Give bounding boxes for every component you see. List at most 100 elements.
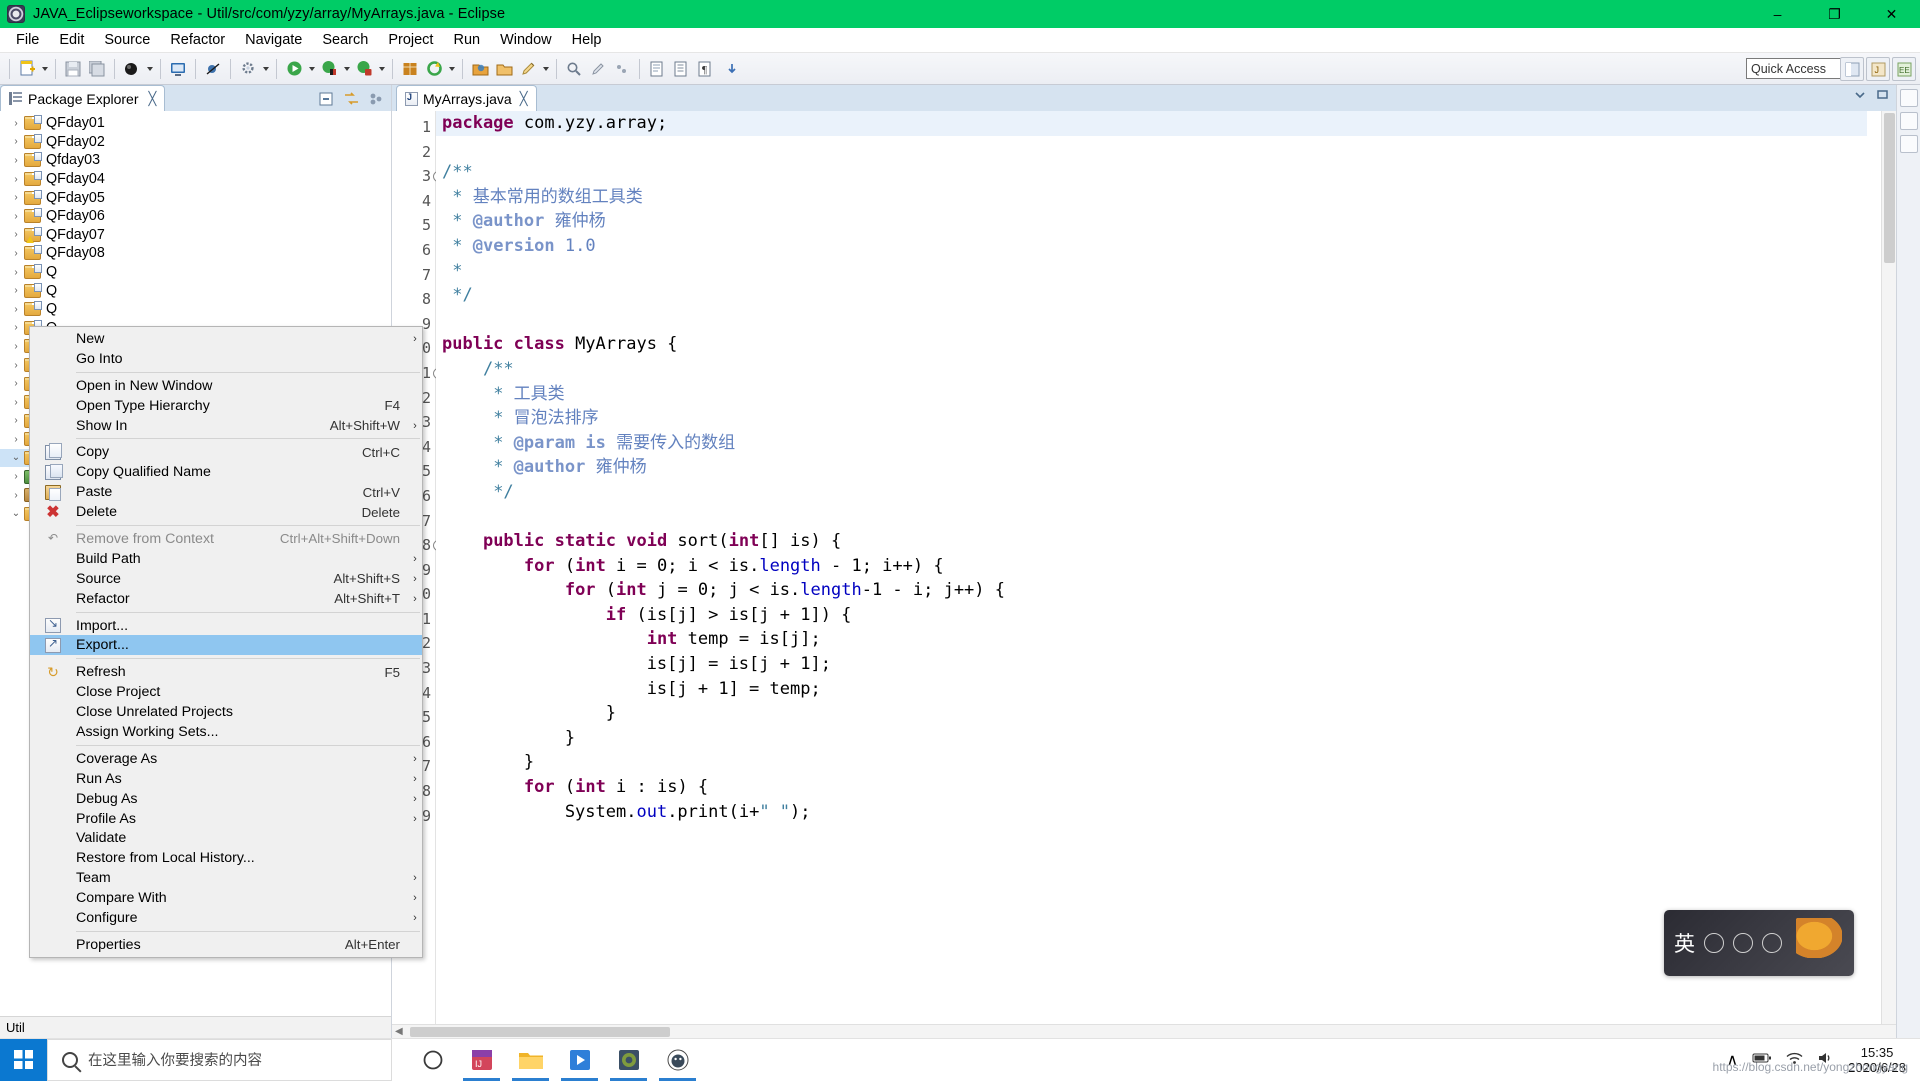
close-icon[interactable]: ╳: [149, 91, 157, 107]
tree-item[interactable]: › QFday01: [0, 114, 391, 133]
chevron-right-icon[interactable]: ›: [8, 415, 24, 426]
save-icon[interactable]: [62, 58, 84, 80]
previous-edit-icon[interactable]: [646, 58, 668, 80]
tree-item[interactable]: › QFday05: [0, 188, 391, 207]
debug-icon[interactable]: [318, 58, 340, 80]
menu-edit[interactable]: Edit: [49, 30, 94, 50]
menu-file[interactable]: File: [6, 30, 49, 50]
code-line[interactable]: System.out.print(i+" ");: [436, 800, 1896, 825]
tree-item[interactable]: › QFday06: [0, 207, 391, 226]
code-line[interactable]: }: [436, 701, 1896, 726]
code-line[interactable]: if (is[j] > is[j + 1]) {: [436, 603, 1896, 628]
context-menu-item-copy[interactable]: Copy Ctrl+C: [30, 442, 422, 462]
tab-myarrays-java[interactable]: MyArrays.java ╳: [396, 85, 537, 111]
skip-breakpoints-icon[interactable]: [202, 58, 224, 80]
context-menu-item-paste[interactable]: Paste Ctrl+V: [30, 482, 422, 502]
save-all-icon[interactable]: [86, 58, 108, 80]
code-line[interactable]: [436, 136, 1896, 161]
link-with-editor-icon[interactable]: [343, 91, 360, 107]
taskbar-file-explorer-icon[interactable]: [508, 1039, 553, 1081]
ime-language-label[interactable]: 英: [1674, 928, 1695, 958]
chevron-right-icon[interactable]: ›: [8, 248, 24, 259]
editor-vertical-scrollbar[interactable]: [1881, 111, 1896, 1024]
coverage-icon[interactable]: [353, 58, 375, 80]
context-menu-item-build-path[interactable]: Build Path ›: [30, 549, 422, 569]
code-line[interactable]: }: [436, 750, 1896, 775]
context-menu-item-delete[interactable]: ✖ Delete Delete: [30, 502, 422, 522]
code-line[interactable]: */: [436, 480, 1896, 505]
chevron-right-icon[interactable]: ›: [8, 360, 24, 371]
menu-help[interactable]: Help: [562, 30, 612, 50]
minimize-view-icon[interactable]: [1853, 87, 1868, 107]
minimize-button[interactable]: –: [1749, 0, 1806, 28]
search-icon[interactable]: [563, 58, 585, 80]
menu-project[interactable]: Project: [378, 30, 443, 50]
code-line[interactable]: * 基本常用的数组工具类: [436, 185, 1896, 210]
code-line[interactable]: * @author 雍仲杨: [436, 455, 1896, 480]
context-menu-item-debug-as[interactable]: Debug As ›: [30, 789, 422, 809]
collapse-all-icon[interactable]: [318, 91, 335, 107]
pilcrow-icon[interactable]: ¶: [694, 58, 716, 80]
maximize-button[interactable]: ❐: [1806, 0, 1863, 28]
code-line[interactable]: [436, 308, 1896, 333]
code-line[interactable]: * 工具类: [436, 382, 1896, 407]
tree-item[interactable]: › QFday04: [0, 170, 391, 189]
menu-run[interactable]: Run: [443, 30, 490, 50]
new-wizard-icon[interactable]: [16, 58, 38, 80]
tree-item[interactable]: ›Q: [0, 281, 391, 300]
task-list-icon[interactable]: [1899, 112, 1918, 130]
maximize-view-icon[interactable]: [1875, 87, 1890, 107]
tab-package-explorer[interactable]: Package Explorer ╳: [0, 85, 166, 111]
menu-window[interactable]: Window: [490, 30, 562, 50]
keyboard-icon[interactable]: [1762, 933, 1782, 953]
chevron-right-icon[interactable]: ›: [8, 136, 24, 147]
show-whitespace-icon[interactable]: [670, 58, 692, 80]
chevron-right-icon[interactable]: ›: [8, 174, 24, 185]
code-line[interactable]: * 冒泡法排序: [436, 406, 1896, 431]
open-perspective-icon[interactable]: [1840, 57, 1864, 81]
chevron-right-icon[interactable]: ›: [8, 378, 24, 389]
pencil-icon[interactable]: [517, 58, 539, 80]
refresh-icon[interactable]: [423, 58, 445, 80]
code-line[interactable]: * @author 雍仲杨: [436, 209, 1896, 234]
taskbar-idea-icon[interactable]: IJ: [459, 1039, 504, 1081]
taskbar-cortana-icon[interactable]: [410, 1039, 455, 1081]
chevron-right-icon[interactable]: ›: [8, 304, 24, 315]
context-menu-item-import[interactable]: Import...: [30, 616, 422, 636]
tree-item[interactable]: › QFday08: [0, 244, 391, 263]
marker-icon[interactable]: [587, 58, 609, 80]
context-menu-item-compare-with[interactable]: Compare With ›: [30, 888, 422, 908]
context-menu-item-copy-qualified-name[interactable]: Copy Qualified Name: [30, 462, 422, 482]
code-editor[interactable]: 1234567891011121314151617181920212223242…: [392, 111, 1896, 1024]
code-line[interactable]: for (int j = 0; j < is.length-1 - i; j++…: [436, 578, 1896, 603]
tree-item[interactable]: › QFday07: [0, 226, 391, 245]
debug-dropdown-icon[interactable]: [341, 58, 352, 80]
context-menu-item-configure[interactable]: Configure ›: [30, 908, 422, 928]
tree-item[interactable]: › Qfday03: [0, 151, 391, 170]
context-menu-item-open-in-new-window[interactable]: Open in New Window: [30, 376, 422, 396]
chevron-down-icon[interactable]: ⌄: [8, 508, 24, 519]
taskbar-media-player-icon[interactable]: [557, 1039, 602, 1081]
chevron-right-icon[interactable]: ›: [8, 434, 24, 445]
code-line[interactable]: */: [436, 283, 1896, 308]
tree-item[interactable]: › QFday02: [0, 133, 391, 152]
context-menu-item-export[interactable]: Export...: [30, 635, 422, 656]
menu-refactor[interactable]: Refactor: [160, 30, 235, 50]
code-line[interactable]: [436, 505, 1896, 530]
run-icon[interactable]: [283, 58, 305, 80]
chevron-right-icon[interactable]: ›: [8, 267, 24, 278]
context-menu-item-refactor[interactable]: Refactor Alt+Shift+T ›: [30, 589, 422, 609]
close-icon[interactable]: ╳: [520, 91, 528, 107]
context-menu-item-open-type-hierarchy[interactable]: Open Type Hierarchy F4: [30, 396, 422, 416]
context-menu-item-properties[interactable]: Properties Alt+Enter: [30, 935, 422, 955]
context-menu-item-close-unrelated-projects[interactable]: Close Unrelated Projects: [30, 702, 422, 722]
coverage-dropdown-icon[interactable]: [376, 58, 387, 80]
code-line[interactable]: is[j + 1] = temp;: [436, 677, 1896, 702]
context-menu-item-assign-working-sets[interactable]: Assign Working Sets...: [30, 722, 422, 742]
java-perspective-icon[interactable]: J: [1866, 57, 1890, 81]
context-menu-item-restore-from-local-history[interactable]: Restore from Local History...: [30, 848, 422, 868]
chevron-right-icon[interactable]: ›: [8, 285, 24, 296]
context-menu-item-close-project[interactable]: Close Project: [30, 682, 422, 702]
back-icon[interactable]: [718, 58, 740, 80]
close-button[interactable]: ✕: [1863, 0, 1920, 28]
